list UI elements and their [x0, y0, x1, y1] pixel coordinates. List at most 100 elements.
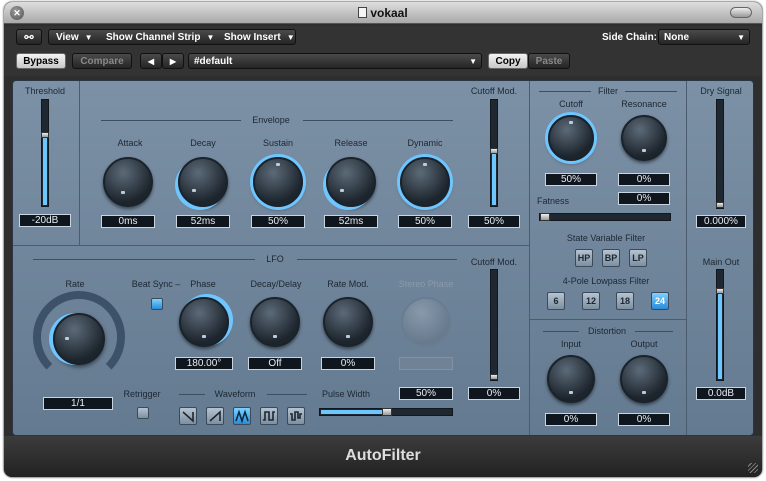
waveform-ramp-down-icon[interactable]	[179, 407, 197, 425]
threshold-value[interactable]: -20dB	[19, 214, 71, 227]
rate-mod-value[interactable]: 0%	[321, 357, 375, 370]
side-chain-select[interactable]: None ▼	[658, 29, 750, 45]
next-preset-icon[interactable]: ▶	[162, 53, 184, 69]
svf-bp-button[interactable]: BP	[602, 249, 620, 267]
lfo-rule	[297, 259, 457, 260]
dynamic-value[interactable]: 50%	[398, 215, 452, 228]
pulse-width-fill	[321, 410, 383, 414]
pulse-width-thumb[interactable]	[382, 408, 392, 416]
resize-grip-icon[interactable]	[748, 463, 758, 473]
distortion-rule	[635, 331, 673, 332]
knob-indicator	[340, 189, 344, 192]
main-out-thumb[interactable]	[716, 288, 724, 294]
dynamic-knob[interactable]	[400, 157, 450, 207]
paste-button[interactable]: Paste	[528, 53, 570, 69]
sustain-knob[interactable]	[253, 157, 303, 207]
envelope-cutoff-mod-value[interactable]: 50%	[468, 215, 520, 228]
document-icon	[358, 7, 368, 18]
release-knob[interactable]	[326, 157, 376, 207]
previous-preset-icon[interactable]: ◀	[140, 53, 162, 69]
lfo-cutoff-mod-value[interactable]: 0%	[468, 387, 520, 400]
knob-indicator	[569, 121, 573, 124]
dynamic-label: Dynamic	[407, 138, 443, 148]
bypass-button[interactable]: Bypass	[16, 53, 66, 69]
release-value[interactable]: 52ms	[324, 215, 378, 228]
divider	[79, 81, 80, 245]
waveform-triangle-icon[interactable]	[233, 407, 251, 425]
sustain-value[interactable]: 50%	[251, 215, 305, 228]
view-menu[interactable]: View ▼	[56, 30, 93, 46]
main-out-fill	[718, 293, 722, 379]
fatness-thumb[interactable]	[540, 213, 550, 221]
distortion-output-knob[interactable]	[620, 355, 668, 403]
knob-indicator	[202, 335, 206, 338]
distortion-input-knob[interactable]	[547, 355, 595, 403]
decay-knob[interactable]	[178, 157, 228, 207]
rate-mod-knob[interactable]	[323, 297, 373, 347]
envelope-cutoff-mod-thumb[interactable]	[490, 148, 498, 154]
retrigger-checkbox[interactable]	[137, 407, 149, 419]
svf-label: State Variable Filter	[566, 233, 646, 243]
threshold-slider[interactable]	[41, 99, 49, 207]
compare-button[interactable]: Compare	[72, 53, 132, 69]
cutoff-value[interactable]: 50%	[545, 173, 597, 186]
lfo-rule	[33, 259, 255, 260]
knob-indicator	[273, 335, 277, 338]
attack-knob[interactable]	[103, 157, 153, 207]
decay-delay-value[interactable]: Off	[248, 357, 302, 370]
dry-signal-thumb[interactable]	[716, 202, 724, 208]
waveform-square-icon[interactable]	[260, 407, 278, 425]
divider	[686, 81, 687, 435]
toolbar-toggle-button[interactable]	[730, 7, 752, 18]
pole-12-button[interactable]: 12	[582, 292, 600, 310]
knob-indicator	[65, 337, 69, 340]
decay-value[interactable]: 52ms	[176, 215, 230, 228]
waveform-ramp-up-icon[interactable]	[206, 407, 224, 425]
dry-signal-slider[interactable]	[716, 99, 724, 209]
beat-sync-checkbox[interactable]	[151, 298, 163, 310]
insert-arrow-icon: ▼	[286, 33, 295, 42]
phase-value[interactable]: 180.00°	[175, 357, 233, 370]
cutoff-knob[interactable]	[548, 115, 594, 161]
sustain-label: Sustain	[262, 138, 294, 148]
side-chain-label: Side Chain:	[602, 32, 658, 43]
attack-value[interactable]: 0ms	[101, 215, 155, 228]
side-chain-arrow-icon: ▼	[737, 33, 745, 42]
plugin-header: ⚯ View ▼ Show Channel Strip ▼ Show Insert ▼…	[4, 26, 762, 76]
fatness-value[interactable]: 0%	[618, 192, 670, 205]
main-out-value[interactable]: 0.0dB	[696, 387, 746, 400]
distortion-input-value[interactable]: 0%	[545, 413, 597, 426]
distortion-output-value[interactable]: 0%	[618, 413, 670, 426]
phase-knob[interactable]	[179, 297, 229, 347]
waveform-random-icon[interactable]	[287, 407, 305, 425]
main-out-slider[interactable]	[716, 269, 724, 381]
pole-24-button[interactable]: 24	[651, 292, 669, 310]
pulse-width-value[interactable]: 50%	[399, 387, 453, 400]
pulse-width-slider[interactable]	[319, 408, 453, 416]
filter-rule	[539, 91, 591, 92]
lfo-cutoff-mod-slider[interactable]	[490, 269, 498, 381]
pole-18-button[interactable]: 18	[616, 292, 634, 310]
svf-lp-button[interactable]: LP	[629, 249, 647, 267]
knob-indicator	[192, 189, 196, 192]
rate-value[interactable]: 1/1	[43, 397, 113, 410]
lfo-cutoff-mod-thumb[interactable]	[490, 374, 498, 380]
envelope-rule	[101, 120, 241, 121]
rate-knob[interactable]	[53, 313, 105, 365]
fatness-slider[interactable]	[539, 213, 671, 221]
preset-menu[interactable]: #default ▼	[188, 53, 482, 69]
show-insert-menu[interactable]: Show Insert ▼	[224, 30, 295, 46]
resonance-value[interactable]: 0%	[618, 173, 670, 186]
pole-6-button[interactable]: 6	[547, 292, 565, 310]
decay-delay-knob[interactable]	[250, 297, 300, 347]
title-bar: ✕ vokaal	[4, 2, 762, 24]
dry-signal-value[interactable]: 0.000%	[696, 215, 746, 228]
link-icon[interactable]: ⚯	[16, 29, 42, 45]
svf-hp-button[interactable]: HP	[575, 249, 593, 267]
envelope-rule	[303, 120, 453, 121]
resonance-knob[interactable]	[621, 115, 667, 161]
threshold-thumb[interactable]	[41, 132, 49, 138]
show-channel-strip-menu[interactable]: Show Channel Strip ▼	[106, 30, 214, 46]
copy-button[interactable]: Copy	[488, 53, 528, 69]
envelope-cutoff-mod-slider[interactable]	[490, 99, 498, 207]
